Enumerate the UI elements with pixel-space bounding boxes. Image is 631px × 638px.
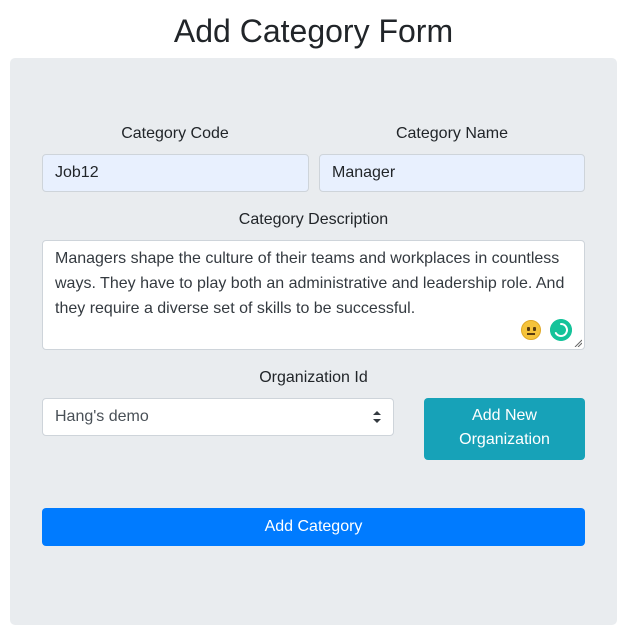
category-name-label: Category Name <box>395 125 509 142</box>
select-arrows-icon <box>373 411 381 423</box>
organization-id-label: Organization Id <box>259 369 368 386</box>
organization-id-selected: Hang's demo <box>55 408 149 425</box>
resize-handle-icon[interactable] <box>574 339 582 347</box>
category-code-label: Category Code <box>121 125 229 142</box>
grammarly-icon[interactable] <box>550 319 572 341</box>
neutral-face-icon[interactable] <box>521 320 541 340</box>
page-title: Add Category Form <box>173 13 454 49</box>
organization-id-select[interactable]: Hang's demo <box>42 398 394 436</box>
add-new-organization-label-line1: Add New <box>472 407 537 424</box>
add-new-organization-button[interactable]: Add New Organization <box>424 398 585 460</box>
category-name-input[interactable]: Manager <box>319 154 585 192</box>
category-description-textarea[interactable]: Managers shape the culture of their team… <box>42 240 585 350</box>
category-description-label: Category Description <box>238 211 389 228</box>
add-category-button[interactable]: Add Category <box>42 508 585 546</box>
category-description-text: Managers shape the culture of their team… <box>55 250 565 317</box>
add-new-organization-label-line2: Organization <box>459 431 550 448</box>
category-code-input[interactable]: Job12 <box>42 154 309 192</box>
